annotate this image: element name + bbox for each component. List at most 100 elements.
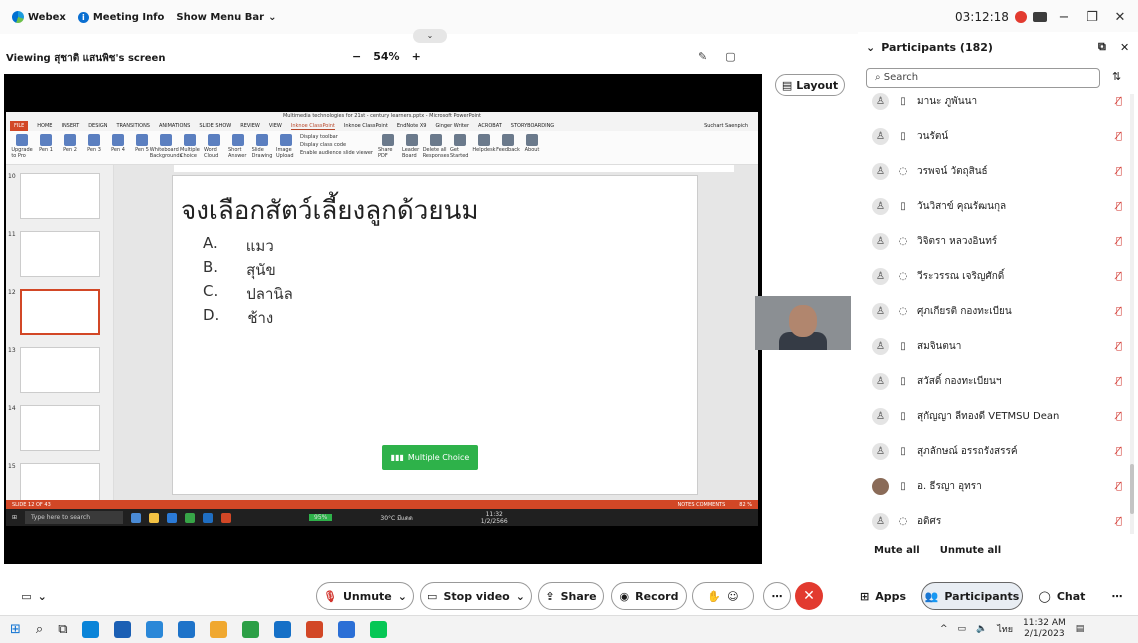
close-panel-icon[interactable]: ✕ <box>1120 41 1129 54</box>
ppt-tab[interactable]: HOME <box>37 123 52 129</box>
language-indicator[interactable]: ไทย <box>997 622 1013 636</box>
muted-mic-icon[interactable]: 🎙̸ <box>1116 376 1122 387</box>
ppt-tab[interactable]: FILE <box>10 121 29 131</box>
slide-thumbnail[interactable] <box>20 405 100 451</box>
firefox-icon[interactable] <box>210 621 228 638</box>
ribbon-button[interactable]: Word Cloud <box>204 134 224 159</box>
reactions-button[interactable]: ✋ ☺ <box>692 582 754 610</box>
ppt-tab[interactable]: REVIEW <box>240 123 260 129</box>
apps-button[interactable]: ⊞ Apps <box>852 582 914 610</box>
mail-icon[interactable] <box>178 621 196 638</box>
pop-out-icon[interactable]: ▢ <box>725 50 735 63</box>
panel-more-button[interactable]: ⋯ <box>1104 582 1130 610</box>
close-icon[interactable]: ✕ <box>1109 10 1131 25</box>
chat-button[interactable]: ◯ Chat <box>1030 582 1094 610</box>
captions-button[interactable]: ▭ ⌄ <box>14 582 54 610</box>
leave-button[interactable]: ✕ <box>795 582 823 610</box>
ribbon-button[interactable]: Share PDF <box>378 134 398 159</box>
task-view-icon[interactable]: ⧉ <box>58 622 67 637</box>
participant-row[interactable]: ♙ ▯ สุภลักษณ์ อรรถรังสรรค์ 🎙̸ <box>872 437 1132 465</box>
ribbon-button[interactable]: Feedback <box>496 134 520 153</box>
ppt-tab[interactable]: Ginger Writer <box>435 123 469 129</box>
scrollbar[interactable] <box>1130 94 1134 534</box>
ribbon-button[interactable]: Pen 3 <box>84 134 104 153</box>
ribbon-button[interactable]: Leader Board <box>402 134 422 159</box>
webex-menu[interactable]: Webex <box>12 11 66 23</box>
show-menu-bar-button[interactable]: Show Menu Bar ⌄ <box>176 12 276 23</box>
ppt-tab[interactable]: TRANSITIONS <box>116 123 150 129</box>
line-icon[interactable] <box>370 621 388 638</box>
tray-chevron-icon[interactable]: ^ <box>940 624 948 634</box>
mute-all-button[interactable]: Mute all <box>874 545 920 556</box>
slide-thumbnail[interactable] <box>20 347 100 393</box>
ribbon-button[interactable]: Whiteboard Backgrounds <box>150 134 182 159</box>
share-button[interactable]: ⇪ Share <box>538 582 604 610</box>
ribbon-button[interactable]: Pen 2 <box>60 134 80 153</box>
muted-mic-icon[interactable]: 🎙̸ <box>1116 306 1122 317</box>
volume-icon[interactable]: 🔈 <box>976 624 987 634</box>
participant-row[interactable]: ♙ ▯ สุกัญญา ลีทองดี VETMSU Dean 🎙̸ <box>872 402 1132 430</box>
ribbon-button[interactable]: Helpdesk <box>472 134 496 153</box>
minimize-icon[interactable]: − <box>1053 10 1075 25</box>
unmute-all-button[interactable]: Unmute all <box>940 545 1001 556</box>
ribbon-button[interactable]: Multiple Choice <box>180 134 200 159</box>
ppt-tab[interactable]: DESIGN <box>88 123 107 129</box>
muted-mic-icon[interactable]: 🎙̸ <box>1116 271 1122 282</box>
search-input[interactable]: ⌕ Search <box>866 68 1100 88</box>
muted-mic-icon[interactable]: 🎙̸ <box>1116 516 1122 527</box>
teams-icon[interactable] <box>338 621 356 638</box>
ppt-tab[interactable]: VIEW <box>269 123 282 129</box>
participant-row[interactable]: ♙ ▯ วนรัตน์ 🎙̸ <box>872 122 1132 150</box>
collapse-button[interactable]: ⌄ <box>413 29 447 43</box>
annotate-icon[interactable]: ✎ <box>698 50 707 63</box>
participant-row[interactable]: ♙ ◌ วรพจน์ วัตถุสินธ์ 🎙̸ <box>872 157 1132 185</box>
edge-icon[interactable] <box>82 621 100 638</box>
sort-icon[interactable]: ⇅ <box>1112 70 1121 83</box>
muted-mic-icon[interactable]: 🎙̸ <box>1116 236 1122 247</box>
participant-row[interactable]: ♙ ◌ อดิศร 🎙̸ <box>872 507 1132 535</box>
ppt-tab[interactable]: SLIDE SHOW <box>199 123 231 129</box>
muted-mic-icon[interactable]: 🎙̸ <box>1116 166 1122 177</box>
participant-row[interactable]: ♙ ▯ วันวิสาข์ คุณรัฒนกุล 🎙̸ <box>872 192 1132 220</box>
participants-button[interactable]: 👥 Participants <box>921 582 1023 610</box>
muted-mic-icon[interactable]: 🎙̸ <box>1116 341 1122 352</box>
ppt-tab[interactable]: INSERT <box>61 123 79 129</box>
windows-start-icon[interactable]: ⊞ <box>10 622 21 637</box>
muted-mic-icon[interactable]: 🎙̸ <box>1116 481 1122 492</box>
muted-mic-icon[interactable]: 🎙̸ <box>1116 131 1122 142</box>
ppt-tab[interactable]: Inknoe ClassPoint <box>344 123 388 129</box>
store-icon[interactable] <box>114 621 132 638</box>
participant-row[interactable]: ♙ ▯ สมจินตนา 🎙̸ <box>872 332 1132 360</box>
powerpoint-icon[interactable] <box>306 621 324 638</box>
restore-icon[interactable]: ❐ <box>1081 10 1103 25</box>
ppt-tab[interactable]: ACROBAT <box>478 123 502 129</box>
network-icon[interactable]: ▭ <box>958 624 967 634</box>
slide-thumbnail[interactable] <box>20 173 100 219</box>
webex-app-icon[interactable] <box>274 621 292 638</box>
ppt-tab[interactable]: EndNote X9 <box>397 123 427 129</box>
tray-clock[interactable]: 11:32 AM 2/1/2023 <box>1023 618 1066 640</box>
scrollbar-thumb[interactable] <box>1130 464 1134 514</box>
ppt-tab[interactable]: STORYBOARDING <box>511 123 554 129</box>
ppt-tab[interactable]: ANIMATIONS <box>159 123 190 129</box>
muted-mic-icon[interactable]: 🎙̸ <box>1116 96 1122 107</box>
ribbon-button[interactable]: Upgrade to Pro <box>11 134 33 159</box>
meeting-info-button[interactable]: i Meeting Info <box>77 11 164 23</box>
more-button[interactable]: ⋯ <box>763 582 791 610</box>
ribbon-button[interactable]: Get Started <box>450 134 470 159</box>
search-icon[interactable]: ⌕ <box>36 622 43 637</box>
notes-comments[interactable]: NOTES COMMENTS <box>677 502 725 508</box>
zoom-out-button[interactable]: − <box>352 50 361 63</box>
muted-mic-icon[interactable]: 🎙̸ <box>1116 201 1122 212</box>
participant-row[interactable]: ▯ อ. ธีรญา อุทรา 🎙̸ <box>872 472 1132 500</box>
layout-button[interactable]: ▤ Layout <box>775 74 845 96</box>
self-video[interactable] <box>755 296 851 350</box>
participant-row[interactable]: ♙ ◌ วิจิตรา หลวงอินทร์ 🎙̸ <box>872 227 1132 255</box>
ppt-tab[interactable]: Inknoe ClassPoint <box>290 123 335 130</box>
participant-row[interactable]: ♙ ▯ มานะ ภูพันนา 🎙̸ <box>872 87 1132 115</box>
record-button[interactable]: ◉ Record <box>611 582 687 610</box>
slide-thumbnail[interactable] <box>20 289 100 335</box>
participant-row[interactable]: ♙ ◌ วีระวรรณ เจริญศักดิ์ 🎙̸ <box>872 262 1132 290</box>
ribbon-button[interactable]: Delete all Responses <box>423 134 449 159</box>
participant-row[interactable]: ♙ ◌ ศุภเกียรติ กองทะเบียน 🎙̸ <box>872 297 1132 325</box>
